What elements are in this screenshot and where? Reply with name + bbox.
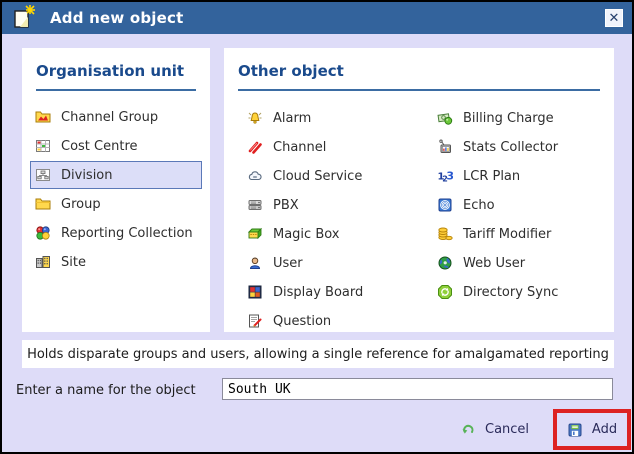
org-item-division[interactable]: Division — [30, 161, 202, 189]
directory-sync-arrows-icon — [437, 284, 453, 300]
channel-pipes-icon — [247, 139, 263, 155]
item-label: Group — [61, 196, 101, 212]
svg-text:3: 3 — [446, 170, 453, 183]
other-item-alarm[interactable]: Alarm — [242, 104, 416, 132]
item-label: Site — [61, 254, 86, 270]
add-button-label: Add — [591, 422, 618, 437]
item-label: Display Board — [273, 284, 364, 300]
org-item-reporting-collection[interactable]: Reporting Collection — [30, 219, 202, 247]
org-item-site[interactable]: Site — [30, 248, 202, 276]
cancel-button[interactable]: Cancel — [460, 421, 529, 437]
echo-rings-icon — [437, 197, 453, 213]
stats-collector-tv-icon — [437, 139, 453, 155]
magic-box-icon — [247, 226, 263, 242]
channel-group-folder-chart-icon — [35, 109, 51, 125]
other-item-lcr-plan[interactable]: 1 2 3 LCR Plan — [432, 162, 596, 190]
other-item-question[interactable]: Question — [242, 307, 416, 335]
item-label: Directory Sync — [463, 284, 559, 300]
organisation-unit-panel: Organisation unit Channel Group Cost Cen… — [22, 48, 210, 332]
annotation-highlight-box: Add — [553, 409, 631, 450]
display-board-grid-icon — [247, 284, 263, 300]
alarm-bell-icon — [247, 110, 263, 126]
cost-centre-grid-icon — [35, 138, 51, 154]
titlebar: Add new object ✕ — [2, 2, 632, 34]
other-item-display-board[interactable]: Display Board — [242, 278, 416, 306]
item-label: Channel Group — [61, 109, 159, 125]
item-label: Channel — [273, 139, 327, 155]
item-label: Reporting Collection — [61, 225, 193, 241]
tariff-coins-icon — [437, 226, 453, 242]
item-label: Cloud Service — [273, 168, 363, 184]
other-object-heading: Other object — [238, 62, 600, 91]
pbx-server-icon — [247, 197, 263, 213]
close-icon[interactable]: ✕ — [605, 9, 623, 27]
name-field-label: Enter a name for the object — [16, 383, 196, 398]
item-label: Question — [273, 313, 332, 329]
division-org-chart-icon — [35, 167, 51, 183]
item-label: Echo — [463, 197, 495, 213]
other-object-panel: Other object Alarm Channel Cloud Service… — [224, 48, 614, 332]
other-item-billing-charge[interactable]: Billing Charge — [432, 104, 596, 132]
other-item-user[interactable]: User — [242, 249, 416, 277]
group-folder-icon — [35, 196, 51, 212]
org-item-channel-group[interactable]: Channel Group — [30, 103, 202, 131]
object-name-input[interactable] — [222, 378, 613, 400]
item-label: Web User — [463, 255, 526, 271]
org-item-group[interactable]: Group — [30, 190, 202, 218]
cloud-icon — [247, 168, 263, 184]
item-label: User — [273, 255, 303, 271]
site-buildings-icon — [35, 254, 51, 270]
dialog-title: Add new object — [50, 9, 184, 27]
save-disk-icon — [567, 422, 583, 438]
add-new-object-dialog: Add new object ✕ Organisation unit Chann… — [0, 0, 634, 454]
other-item-cloud-service[interactable]: Cloud Service — [242, 162, 416, 190]
item-label: Division — [61, 167, 113, 183]
reporting-collection-balls-icon — [35, 225, 51, 241]
organisation-unit-heading: Organisation unit — [36, 62, 196, 91]
other-item-directory-sync[interactable]: Directory Sync — [432, 278, 596, 306]
user-person-icon — [247, 255, 263, 271]
item-label: Tariff Modifier — [463, 226, 552, 242]
object-description: Holds disparate groups and users, allowi… — [22, 340, 614, 368]
item-label: Stats Collector — [463, 139, 559, 155]
org-item-cost-centre[interactable]: Cost Centre — [30, 132, 202, 160]
other-item-pbx[interactable]: PBX — [242, 191, 416, 219]
other-item-magic-box[interactable]: Magic Box — [242, 220, 416, 248]
item-label: Magic Box — [273, 226, 340, 242]
question-doc-pencil-icon — [247, 313, 263, 329]
item-label: LCR Plan — [463, 168, 521, 184]
other-item-tariff-modifier[interactable]: Tariff Modifier — [432, 220, 596, 248]
other-item-stats-collector[interactable]: Stats Collector — [432, 133, 596, 161]
cancel-undo-arrow-icon — [460, 421, 476, 437]
web-globe-user-icon — [437, 255, 453, 271]
item-label: PBX — [273, 197, 299, 213]
cancel-button-label: Cancel — [485, 421, 530, 437]
item-label: Alarm — [273, 110, 312, 126]
other-item-channel[interactable]: Channel — [242, 133, 416, 161]
other-item-web-user[interactable]: Web User — [432, 249, 596, 277]
new-document-sparkle-icon — [11, 4, 37, 30]
other-item-echo[interactable]: Echo — [432, 191, 596, 219]
item-label: Cost Centre — [61, 138, 138, 154]
item-label: Billing Charge — [463, 110, 554, 126]
billing-money-icon — [437, 110, 453, 126]
add-button[interactable]: Add — [567, 422, 617, 438]
lcr-123-icon: 1 2 3 — [437, 168, 454, 184]
